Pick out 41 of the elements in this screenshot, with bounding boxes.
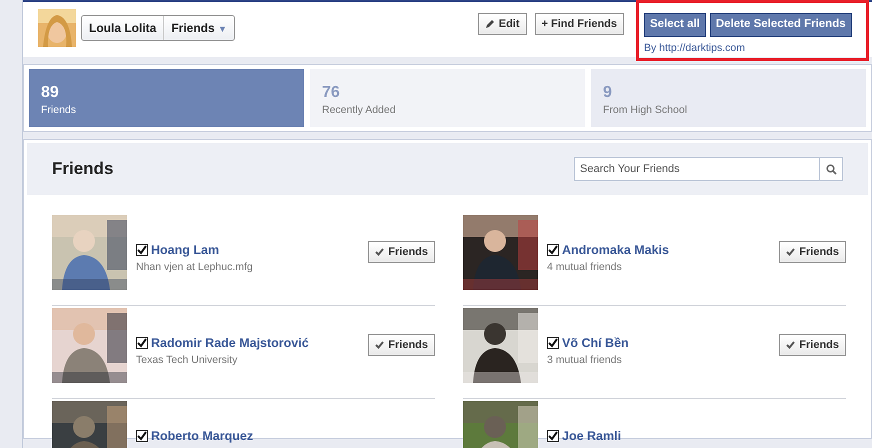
check-icon: [375, 248, 384, 256]
friend-detail: 3 mutual friends: [547, 352, 623, 368]
check-icon: [375, 341, 384, 349]
search-icon: [826, 164, 836, 174]
search-button[interactable]: [819, 157, 843, 181]
edit-button[interactable]: Edit: [478, 13, 527, 35]
caret-icon: ▼: [218, 24, 227, 34]
stat-tab[interactable]: 9 From High School: [591, 69, 866, 127]
friend-name[interactable]: Võ Chí Bền: [562, 334, 629, 353]
select-checkbox[interactable]: [136, 430, 148, 442]
audience-dropdown[interactable]: Friends ▼: [163, 16, 234, 40]
friend-name[interactable]: Hoang Lam: [151, 241, 220, 260]
select-checkbox[interactable]: [547, 430, 559, 442]
friends-button[interactable]: Friends: [368, 241, 435, 263]
friend-name[interactable]: Roberto Marquez: [151, 427, 254, 446]
friend-name[interactable]: Andromaka Makis: [562, 241, 669, 260]
search-field[interactable]: Search Your Friends: [574, 157, 819, 181]
credit-text: By http://darktips.com: [644, 41, 746, 56]
stat-tab[interactable]: 89 Friends: [29, 69, 304, 127]
friend-detail: Nhan vjen at Lephuc.mfg: [136, 260, 254, 275]
check-icon: [786, 341, 796, 349]
pencil-icon: [484, 19, 495, 29]
profile-name[interactable]: Loula Lolita: [82, 16, 164, 40]
friend-name[interactable]: Radomir Rade Majstorović: [151, 334, 309, 353]
select-all-button[interactable]: Select all: [644, 13, 706, 37]
select-checkbox[interactable]: [547, 244, 559, 256]
panel-title: Friends: [52, 158, 114, 180]
friends-button[interactable]: Friends: [779, 334, 846, 356]
friend-detail: Texas Tech University: [136, 352, 238, 368]
select-checkbox[interactable]: [547, 337, 559, 350]
friends-button[interactable]: Friends: [368, 334, 435, 356]
audience-selector[interactable]: Loula Lolita Friends ▼: [81, 15, 235, 41]
select-checkbox[interactable]: [136, 244, 148, 256]
stat-tab[interactable]: 76 Recently Added: [310, 69, 585, 127]
find-friends-button[interactable]: + Find Friends: [534, 13, 624, 35]
select-checkbox[interactable]: [136, 337, 148, 350]
friend-detail: 4 mutual friends: [547, 260, 623, 275]
delete-selected-button[interactable]: Delete Selected Friends: [710, 13, 852, 37]
check-icon: [786, 248, 796, 256]
friend-name[interactable]: Joe Ramli: [562, 427, 622, 446]
friends-button[interactable]: Friends: [779, 241, 846, 263]
